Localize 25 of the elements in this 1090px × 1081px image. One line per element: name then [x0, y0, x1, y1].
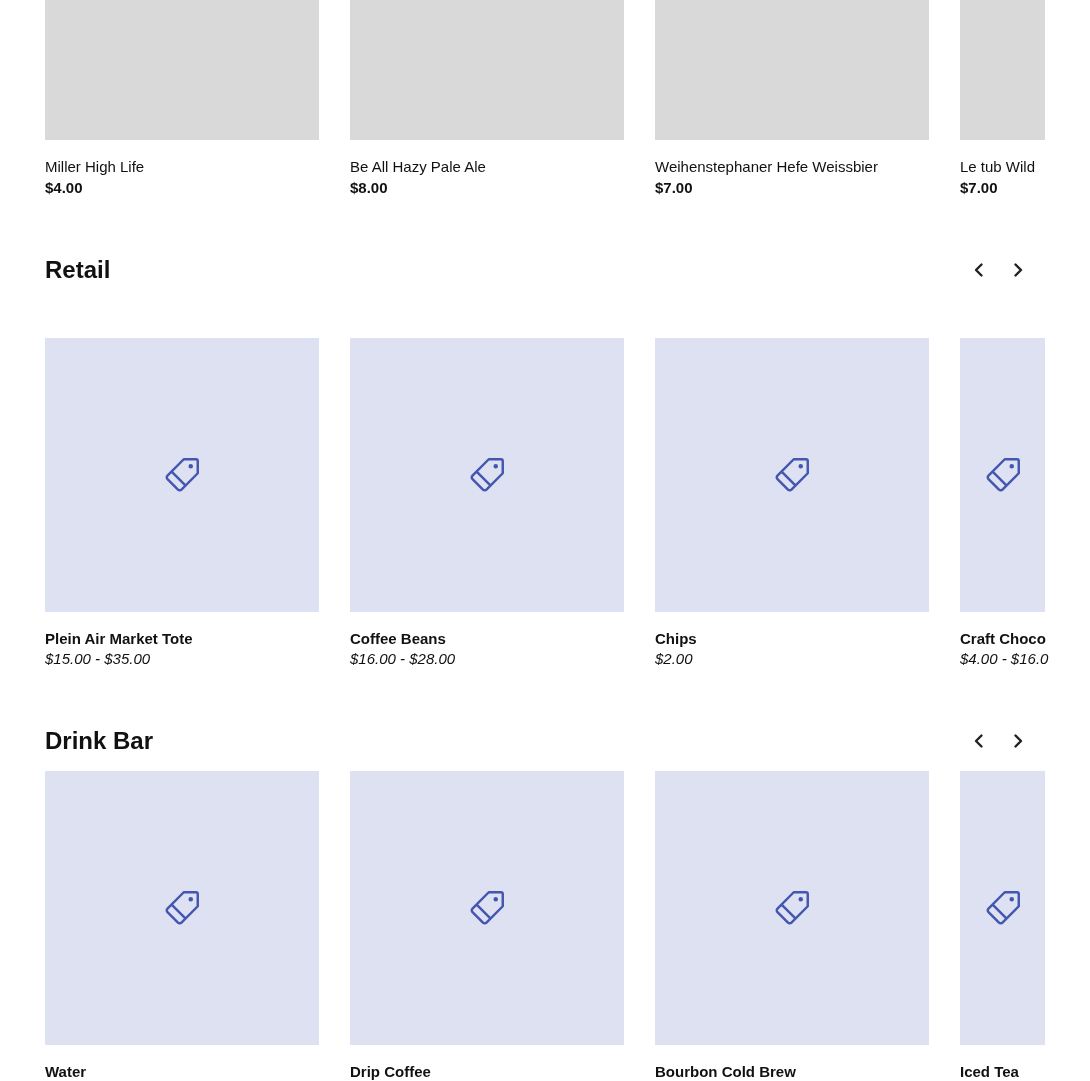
product-name[interactable]: Drip Coffee — [350, 1062, 624, 1081]
chevron-right-icon[interactable] — [1013, 733, 1023, 749]
product-name[interactable]: Bourbon Cold Brew — [655, 1062, 929, 1081]
section-heading: Drink Bar — [45, 726, 154, 756]
product-name[interactable]: Le tub Wild — [960, 157, 1045, 177]
product-price: $4.00 — [45, 178, 84, 198]
product-name[interactable]: Chips — [655, 629, 929, 649]
product-name[interactable]: Weihenstephaner Hefe Weissbier — [655, 157, 929, 177]
product-price: $2.00 — [655, 649, 694, 669]
product-name[interactable]: Plein Air Market Tote — [45, 629, 319, 649]
product-price: $15.00 - $35.00 — [45, 649, 152, 669]
product-name[interactable]: Be All Hazy Pale Ale — [350, 157, 624, 177]
section-heading: Retail — [45, 255, 111, 285]
chevron-left-icon[interactable] — [974, 262, 984, 278]
product-price: $8.00 — [350, 178, 389, 198]
product-name[interactable]: Water — [45, 1062, 319, 1081]
product-name[interactable]: Coffee Beans — [350, 629, 624, 649]
product-price: $16.00 - $28.00 — [350, 649, 457, 669]
product-name[interactable]: Iced Tea — [960, 1062, 1045, 1081]
product-price: $7.00 — [960, 178, 999, 198]
product-price: $7.00 — [655, 178, 694, 198]
chevron-right-icon[interactable] — [1013, 262, 1023, 278]
chevron-left-icon[interactable] — [974, 733, 984, 749]
product-name[interactable]: Miller High Life — [45, 157, 319, 177]
product-name[interactable]: Craft Choco — [960, 629, 1045, 649]
